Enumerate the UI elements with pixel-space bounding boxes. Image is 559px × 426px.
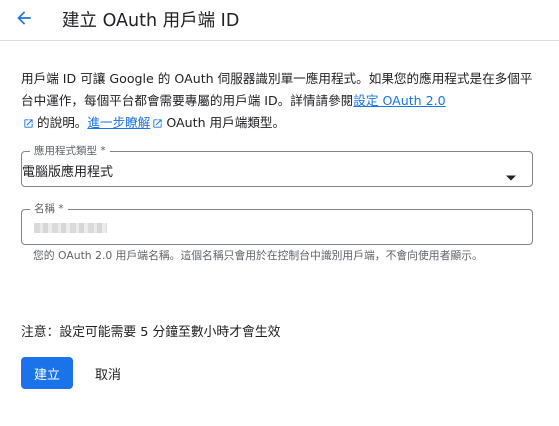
description-text: OAuth 用戶端類型。: [166, 115, 286, 130]
cancel-button[interactable]: 取消: [84, 357, 132, 389]
redacted-name-value: [34, 223, 107, 233]
description: 用戶端 ID 可讓 Google 的 OAuth 伺服器識別單一應用程式。如果您…: [21, 68, 537, 136]
propagation-note: 注意：設定可能需要 5 分鐘至數小時才會生效: [21, 325, 281, 340]
page-title: 建立 OAuth 用戶端 ID: [62, 11, 240, 31]
learn-more-link[interactable]: 進一步瞭解: [87, 115, 150, 130]
oauth-setup-link[interactable]: 設定 OAuth 2.0: [353, 93, 445, 108]
app-type-select[interactable]: 應用程式類型 * 電腦版應用程式: [21, 144, 533, 187]
description-text: 的說明。: [37, 115, 88, 130]
external-link-icon: [152, 114, 163, 136]
name-input[interactable]: 名稱 *: [21, 202, 533, 245]
app-type-label: 應用程式類型 *: [30, 144, 110, 158]
dropdown-arrow-icon: [506, 166, 516, 185]
arrow-back-icon: [14, 8, 34, 32]
app-type-value: 電腦版應用程式: [22, 165, 114, 180]
name-hint: 您的 OAuth 2.0 用戶端名稱。這個名稱只會用於在控制台中識別用戶端，不會…: [33, 249, 483, 262]
description-text: 用戶端 ID 可讓 Google 的 OAuth 伺服器識別單一應用程式。如果您…: [21, 71, 533, 108]
name-label: 名稱 *: [30, 202, 68, 216]
external-link-icon: [23, 114, 34, 136]
page-header: 建立 OAuth 用戶端 ID: [0, 0, 559, 41]
create-button[interactable]: 建立: [21, 357, 73, 389]
back-button[interactable]: [10, 6, 38, 34]
